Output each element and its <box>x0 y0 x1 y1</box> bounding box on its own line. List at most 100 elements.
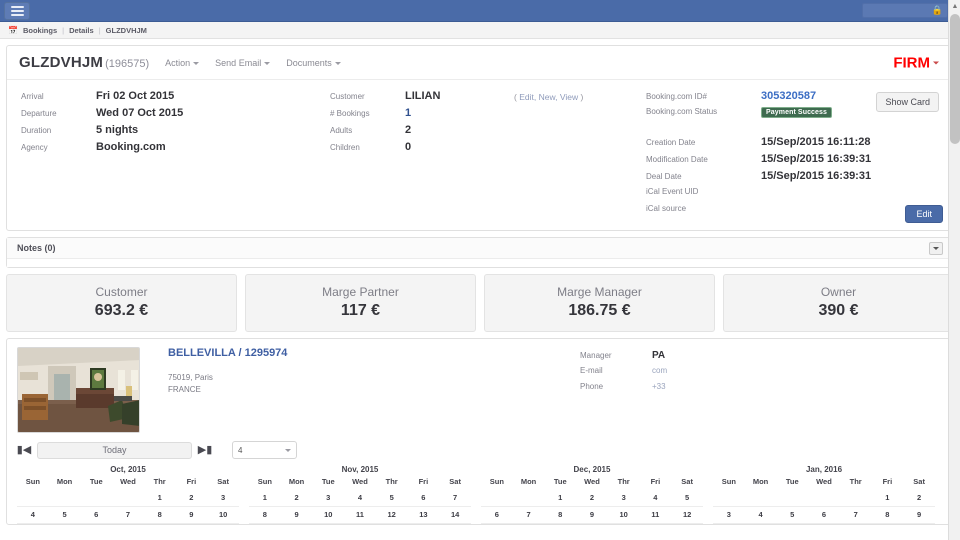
calendar-day-cell[interactable]: 9 <box>576 506 608 524</box>
calendar-day-cell[interactable]: 7 <box>839 506 872 524</box>
calendar-day-cell[interactable]: 12 <box>671 506 703 524</box>
calendar-day-cell[interactable]: 7 <box>439 489 471 507</box>
ical-uid-row: iCal Event UID <box>646 187 939 204</box>
booking-status-firm[interactable]: FIRM <box>893 54 939 71</box>
send-email-menu[interactable]: Send Email <box>215 58 271 68</box>
deal-date-label: Deal Date <box>646 172 682 181</box>
months-count-select[interactable]: 4 <box>232 441 297 459</box>
bookings-count-value[interactable]: 1 <box>405 107 411 119</box>
calendar-day-cell[interactable]: 2 <box>280 489 313 507</box>
month-body: 12 3456789 <box>713 489 935 524</box>
calendar-day-cell[interactable]: 6 <box>407 489 440 507</box>
customer-new-link[interactable]: New, <box>539 92 558 102</box>
calendar-week-row: 6 7 8 9 10 11 12 <box>481 506 703 524</box>
calendar-month-oct-2015: Oct, 2015 Sun Mon Tue Wed Thr Fri Sat 12… <box>17 465 239 524</box>
phone-value[interactable]: +33 <box>652 382 666 391</box>
booking-status-label: FIRM <box>893 54 930 71</box>
breadcrumb-item-bookings[interactable]: Bookings <box>23 26 57 35</box>
scrollbar-thumb[interactable] <box>950 14 960 144</box>
weekday-label: Mon <box>752 477 769 486</box>
calendar-day-cell[interactable]: 2 <box>175 489 208 507</box>
calendar-day-cell[interactable]: 6 <box>80 506 113 524</box>
metric-card-owner: Owner 390 € <box>723 274 954 332</box>
customer-edit-link[interactable]: Edit, <box>519 92 536 102</box>
calendar-day-cell[interactable]: 14 <box>439 506 471 524</box>
weekday-label: Thr <box>617 477 630 486</box>
metrics-row: Customer 693.2 € Marge Partner 117 € Mar… <box>6 274 954 332</box>
calendar-day-cell[interactable]: 3 <box>312 489 345 507</box>
duration-value: 5 nights <box>96 124 139 136</box>
calendar-day-cell[interactable]: 7 <box>112 506 144 524</box>
booking-id-label: Booking.com ID# <box>646 92 707 101</box>
weekday-label: Sun <box>25 477 40 486</box>
calendar-day-cell[interactable]: 2 <box>903 489 935 507</box>
calendar-day-cell[interactable]: 9 <box>280 506 313 524</box>
today-button[interactable]: Today <box>37 441 192 459</box>
vertical-scrollbar[interactable]: ▲ <box>948 0 960 540</box>
calendar-empty-cell <box>839 489 872 507</box>
calendar-day-cell[interactable]: 10 <box>312 506 345 524</box>
calendar-day-cell[interactable]: 13 <box>407 506 440 524</box>
calendar-day-cell[interactable]: 2 <box>576 489 608 507</box>
property-address: 75019, Paris FRANCE <box>168 372 580 395</box>
calendar-day-cell[interactable]: 5 <box>671 489 703 507</box>
children-label: Children <box>330 143 360 152</box>
calendar-day-cell[interactable]: 4 <box>744 506 777 524</box>
calendar-day-cell[interactable]: 7 <box>512 506 545 524</box>
calendar-day-cell[interactable]: 8 <box>249 506 281 524</box>
booking-reference-id: (196575) <box>105 58 150 70</box>
calendar-day-cell[interactable]: 9 <box>175 506 208 524</box>
property-interior-photo <box>18 348 139 432</box>
calendar-empty-cell <box>48 489 81 507</box>
account-lock-button[interactable]: 🔒 <box>862 3 948 18</box>
calendar-day-cell[interactable]: 6 <box>808 506 840 524</box>
customer-view-link[interactable]: View <box>560 92 578 102</box>
calendar-day-cell[interactable]: 1 <box>544 489 577 507</box>
skip-next-icon[interactable]: ▶▮ <box>198 443 213 457</box>
calendar-day-cell[interactable]: 4 <box>639 489 672 507</box>
scroll-up-icon[interactable]: ▲ <box>949 0 960 12</box>
calendar-day-cell[interactable]: 5 <box>48 506 81 524</box>
calendar-day-cell[interactable]: 8 <box>143 506 176 524</box>
calendar-day-cell[interactable]: 11 <box>344 506 376 524</box>
email-value[interactable]: com <box>652 366 667 375</box>
documents-menu[interactable]: Documents <box>286 58 341 68</box>
calendar-day-cell[interactable]: 10 <box>607 506 640 524</box>
calendar-day-cell[interactable]: 12 <box>375 506 408 524</box>
weekday-label: Tue <box>785 477 799 486</box>
calendar-day-cell[interactable]: 8 <box>871 506 904 524</box>
edit-button[interactable]: Edit <box>905 205 943 223</box>
weekday-label: Sat <box>217 477 229 486</box>
weekday-label: Thr <box>849 477 862 486</box>
property-title[interactable]: BELLEVILLA / 1295974 <box>168 347 580 359</box>
calendar-day-cell[interactable]: 1 <box>871 489 904 507</box>
calendar-day-cell[interactable]: 6 <box>481 506 513 524</box>
calendar-day-cell[interactable]: 11 <box>639 506 672 524</box>
calendar-day-cell[interactable]: 9 <box>903 506 935 524</box>
skip-previous-icon[interactable]: ▮◀ <box>17 443 32 457</box>
deal-date-value: 15/Sep/2015 16:39:31 <box>761 170 872 182</box>
show-card-button[interactable]: Show Card <box>876 92 939 112</box>
weekday-label: Mon <box>288 477 305 486</box>
property-thumbnail[interactable] <box>17 347 140 433</box>
calendar-day-cell[interactable]: 1 <box>143 489 176 507</box>
notes-collapse-button[interactable] <box>929 241 943 255</box>
calendar-day-cell[interactable]: 4 <box>344 489 376 507</box>
hamburger-icon[interactable] <box>4 1 30 20</box>
breadcrumb-separator: | <box>98 25 101 35</box>
action-menu[interactable]: Action <box>165 58 200 68</box>
calendar-day-cell[interactable]: 4 <box>17 506 49 524</box>
breadcrumb-item-details[interactable]: Details <box>69 26 94 35</box>
calendar-day-cell[interactable]: 1 <box>249 489 281 507</box>
calendar-day-cell[interactable]: 8 <box>544 506 577 524</box>
calendar-day-cell[interactable]: 5 <box>776 506 809 524</box>
calendar-day-cell[interactable]: 3 <box>207 489 239 507</box>
calendar-day-cell[interactable]: 5 <box>375 489 408 507</box>
breadcrumb-item-reference[interactable]: GLZDVHJM <box>106 26 147 35</box>
calendar-day-cell[interactable]: 3 <box>713 506 745 524</box>
calendar-day-cell[interactable]: 3 <box>607 489 640 507</box>
channel-column: Booking.com ID# 305320587 Booking.com St… <box>632 90 953 224</box>
booking-id-value[interactable]: 305320587 <box>761 90 816 102</box>
calendar-day-cell[interactable]: 10 <box>207 506 239 524</box>
customer-label: Customer <box>330 92 365 101</box>
